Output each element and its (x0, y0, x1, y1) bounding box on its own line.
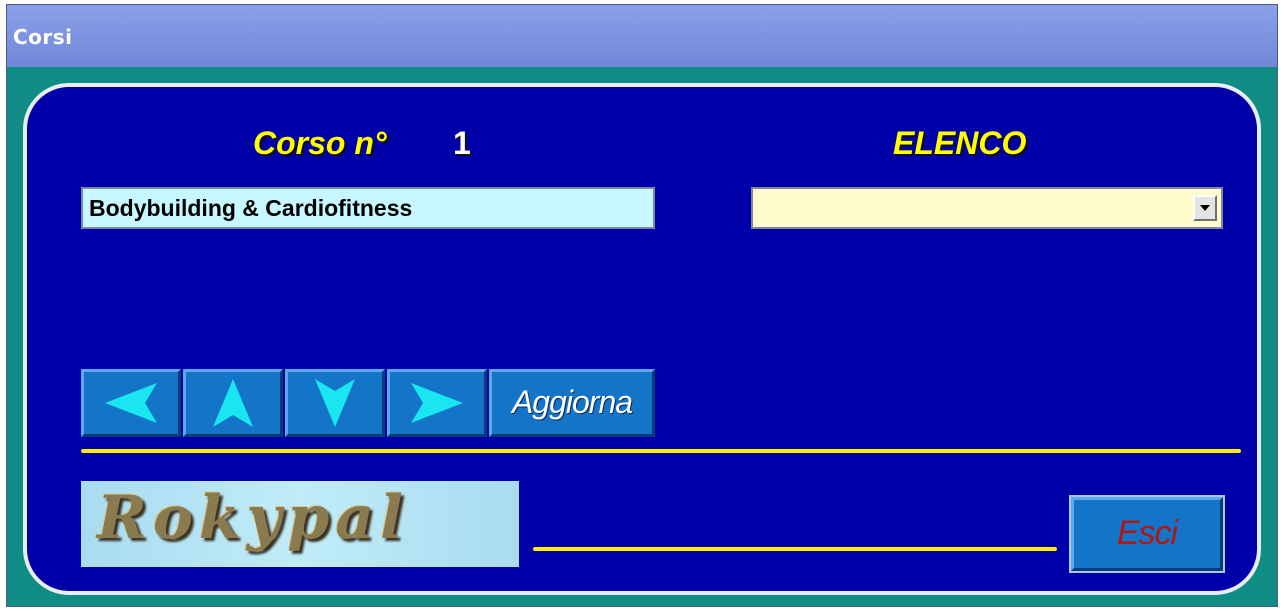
course-number-label: Corso n° (253, 125, 387, 161)
course-window: Corsi Corso n° 1 ELENCO Bodybuilding & C… (6, 4, 1278, 607)
previous-record-button[interactable] (81, 369, 181, 437)
next-record-button[interactable] (387, 369, 487, 437)
footer-divider (533, 547, 1057, 551)
main-panel: Corso n° 1 ELENCO Bodybuilding & Cardiof… (23, 83, 1261, 595)
dropdown-arrow-button[interactable] (1193, 195, 1217, 221)
title-bar[interactable]: Corsi (7, 5, 1277, 67)
course-number-value: 1 (453, 125, 471, 161)
list-label: ELENCO (893, 125, 1027, 161)
update-button[interactable]: Aggiorna (489, 369, 655, 437)
arrow-right-icon (411, 383, 463, 423)
last-record-button[interactable] (285, 369, 385, 437)
first-record-button[interactable] (183, 369, 283, 437)
exit-button[interactable]: Esci (1071, 497, 1223, 571)
rokypal-logo: Rokypal (81, 481, 519, 567)
arrow-up-icon (213, 379, 253, 427)
chevron-down-icon (1200, 205, 1210, 211)
arrow-down-icon (315, 379, 355, 427)
section-divider (81, 449, 1241, 453)
logo-text: Rokypal (97, 483, 409, 553)
course-name-field[interactable]: Bodybuilding & Cardiofitness (81, 187, 655, 229)
course-list-dropdown[interactable] (751, 187, 1223, 229)
arrow-left-icon (105, 383, 157, 423)
window-title: Corsi (13, 25, 73, 49)
